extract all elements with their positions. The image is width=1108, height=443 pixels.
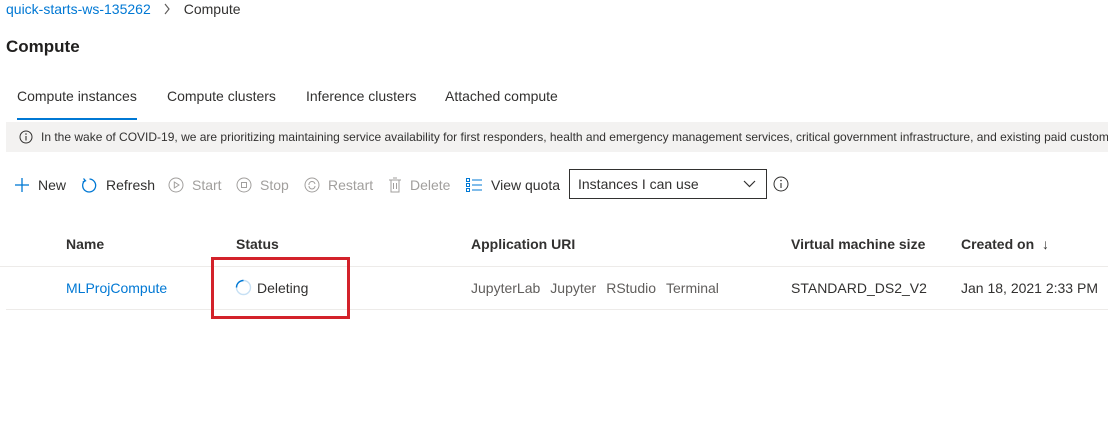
breadcrumb-current: Compute bbox=[183, 1, 241, 17]
column-header-name[interactable]: Name bbox=[66, 236, 104, 252]
new-button[interactable]: New bbox=[14, 170, 66, 200]
view-quota-button-label: View quota bbox=[491, 177, 561, 193]
tab-compute-clusters[interactable]: Compute clusters bbox=[167, 88, 276, 120]
restart-icon bbox=[304, 177, 320, 193]
page-title: Compute bbox=[6, 37, 80, 56]
restart-button[interactable]: Restart bbox=[304, 170, 373, 200]
chevron-down-icon bbox=[743, 180, 756, 188]
info-banner: In the wake of COVID-19, we are prioriti… bbox=[6, 122, 1108, 152]
tab-compute-instances[interactable]: Compute instances bbox=[17, 88, 137, 120]
info-icon bbox=[19, 130, 33, 144]
uri-jupyter-link[interactable]: Jupyter bbox=[550, 280, 596, 296]
column-header-application-uri[interactable]: Application URI bbox=[471, 236, 575, 252]
stop-icon bbox=[236, 177, 252, 193]
tab-attached-compute[interactable]: Attached compute bbox=[445, 88, 558, 120]
chevron-right-icon bbox=[163, 3, 171, 15]
table-row: MLProjCompute Deleting JupyterLab Jupyter… bbox=[6, 267, 1108, 310]
column-header-created-on[interactable]: Created on ↓ bbox=[961, 236, 1049, 252]
view-quota-button[interactable]: View quota bbox=[466, 170, 560, 200]
new-button-label: New bbox=[38, 177, 67, 193]
command-toolbar: New Refresh Start Stop Restart Delete Vi… bbox=[0, 170, 1108, 202]
start-button-label: Start bbox=[192, 177, 222, 193]
refresh-button-label: Refresh bbox=[106, 177, 156, 193]
start-button[interactable]: Start bbox=[168, 170, 222, 200]
filter-info-icon[interactable] bbox=[773, 176, 789, 197]
uri-terminal-link[interactable]: Terminal bbox=[666, 280, 719, 296]
plus-icon bbox=[15, 178, 29, 192]
delete-button[interactable]: Delete bbox=[388, 170, 450, 200]
restart-button-label: Restart bbox=[328, 177, 374, 193]
compute-name-link[interactable]: MLProjCompute bbox=[66, 280, 167, 296]
application-uri-cell: JupyterLab Jupyter RStudio Terminal bbox=[471, 280, 729, 296]
sort-descending-icon: ↓ bbox=[1042, 236, 1050, 252]
refresh-button[interactable]: Refresh bbox=[81, 170, 155, 200]
instance-filter-dropdown[interactable]: Instances I can use bbox=[569, 169, 767, 199]
list-icon bbox=[466, 178, 482, 192]
column-header-status[interactable]: Status bbox=[236, 236, 279, 252]
delete-button-label: Delete bbox=[410, 177, 451, 193]
stop-button[interactable]: Stop bbox=[236, 170, 289, 200]
instance-filter-value: Instances I can use bbox=[578, 176, 699, 192]
table-header: Name Status Application URI Virtual mach… bbox=[0, 230, 1108, 267]
status-highlight-box bbox=[211, 257, 350, 319]
stop-button-label: Stop bbox=[260, 177, 289, 193]
created-on-label: Created on bbox=[961, 236, 1035, 252]
uri-rstudio-link[interactable]: RStudio bbox=[606, 280, 656, 296]
trash-icon bbox=[389, 177, 401, 193]
refresh-icon bbox=[82, 177, 97, 193]
uri-jupyterlab-link[interactable]: JupyterLab bbox=[471, 280, 540, 296]
column-header-vm-size[interactable]: Virtual machine size bbox=[791, 236, 925, 252]
vm-size-cell: STANDARD_DS2_V2 bbox=[791, 280, 927, 296]
breadcrumb: quick-starts-ws-135262 Compute bbox=[6, 1, 241, 17]
banner-text: In the wake of COVID-19, we are prioriti… bbox=[41, 130, 1108, 144]
breadcrumb-workspace-link[interactable]: quick-starts-ws-135262 bbox=[6, 1, 151, 17]
play-icon bbox=[168, 177, 184, 193]
created-on-cell: Jan 18, 2021 2:33 PM bbox=[961, 280, 1098, 296]
tab-inference-clusters[interactable]: Inference clusters bbox=[306, 88, 417, 120]
